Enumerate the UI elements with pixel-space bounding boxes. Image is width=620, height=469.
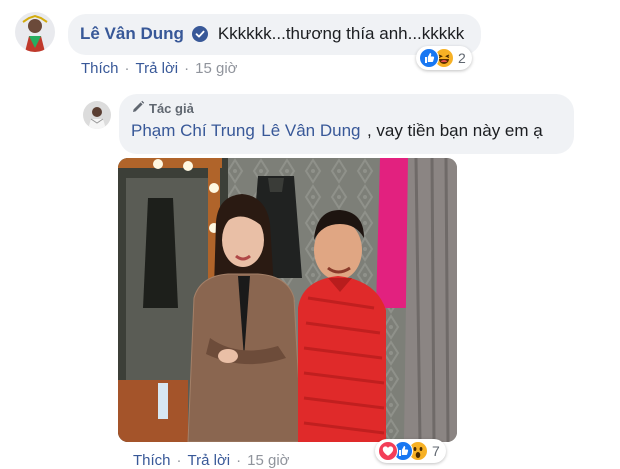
reply-author[interactable]: Phạm Chí Trung xyxy=(131,121,255,140)
comment-author[interactable]: Lê Vân Dung xyxy=(80,24,184,43)
separator: · xyxy=(184,60,190,77)
timestamp[interactable]: 15 giờ xyxy=(195,60,237,77)
author-badge-label: Tác giả xyxy=(149,101,194,116)
reply-author-avatar[interactable] xyxy=(83,101,111,129)
timestamp[interactable]: 15 giờ xyxy=(247,452,289,469)
comment-text: Kkkkkk...thương thía anh...kkkkk xyxy=(217,24,465,43)
separator: · xyxy=(176,452,182,469)
reaction-count: 2 xyxy=(458,50,466,66)
reply-reactions[interactable]: 7 xyxy=(375,439,446,463)
like-link[interactable]: Thích xyxy=(133,452,171,469)
separator: · xyxy=(236,452,242,469)
comment-reactions[interactable]: 2 xyxy=(416,46,472,70)
like-icon xyxy=(419,48,439,68)
reply-photo[interactable] xyxy=(118,158,457,442)
reply-text: , vay tiền bạn này em ạ xyxy=(366,121,543,140)
reply-actions: Thích · Trả lời · 15 giờ xyxy=(133,452,290,469)
like-link[interactable]: Thích xyxy=(81,60,119,77)
reply-link[interactable]: Trả lời xyxy=(188,452,231,469)
commenter-avatar[interactable] xyxy=(15,12,55,52)
love-icon xyxy=(378,441,398,461)
author-badge: Tác giả xyxy=(131,100,562,117)
verified-icon xyxy=(192,26,209,47)
mention-link[interactable]: Lê Vân Dung xyxy=(261,121,360,140)
reaction-count: 7 xyxy=(432,443,440,459)
separator: · xyxy=(124,60,130,77)
reply-bubble: Tác giả Phạm Chí Trung Lê Vân Dung , vay… xyxy=(119,94,574,154)
comment-actions: Thích · Trả lời · 15 giờ xyxy=(81,60,238,77)
pencil-icon xyxy=(131,100,145,117)
reply-link[interactable]: Trả lời xyxy=(136,60,179,77)
